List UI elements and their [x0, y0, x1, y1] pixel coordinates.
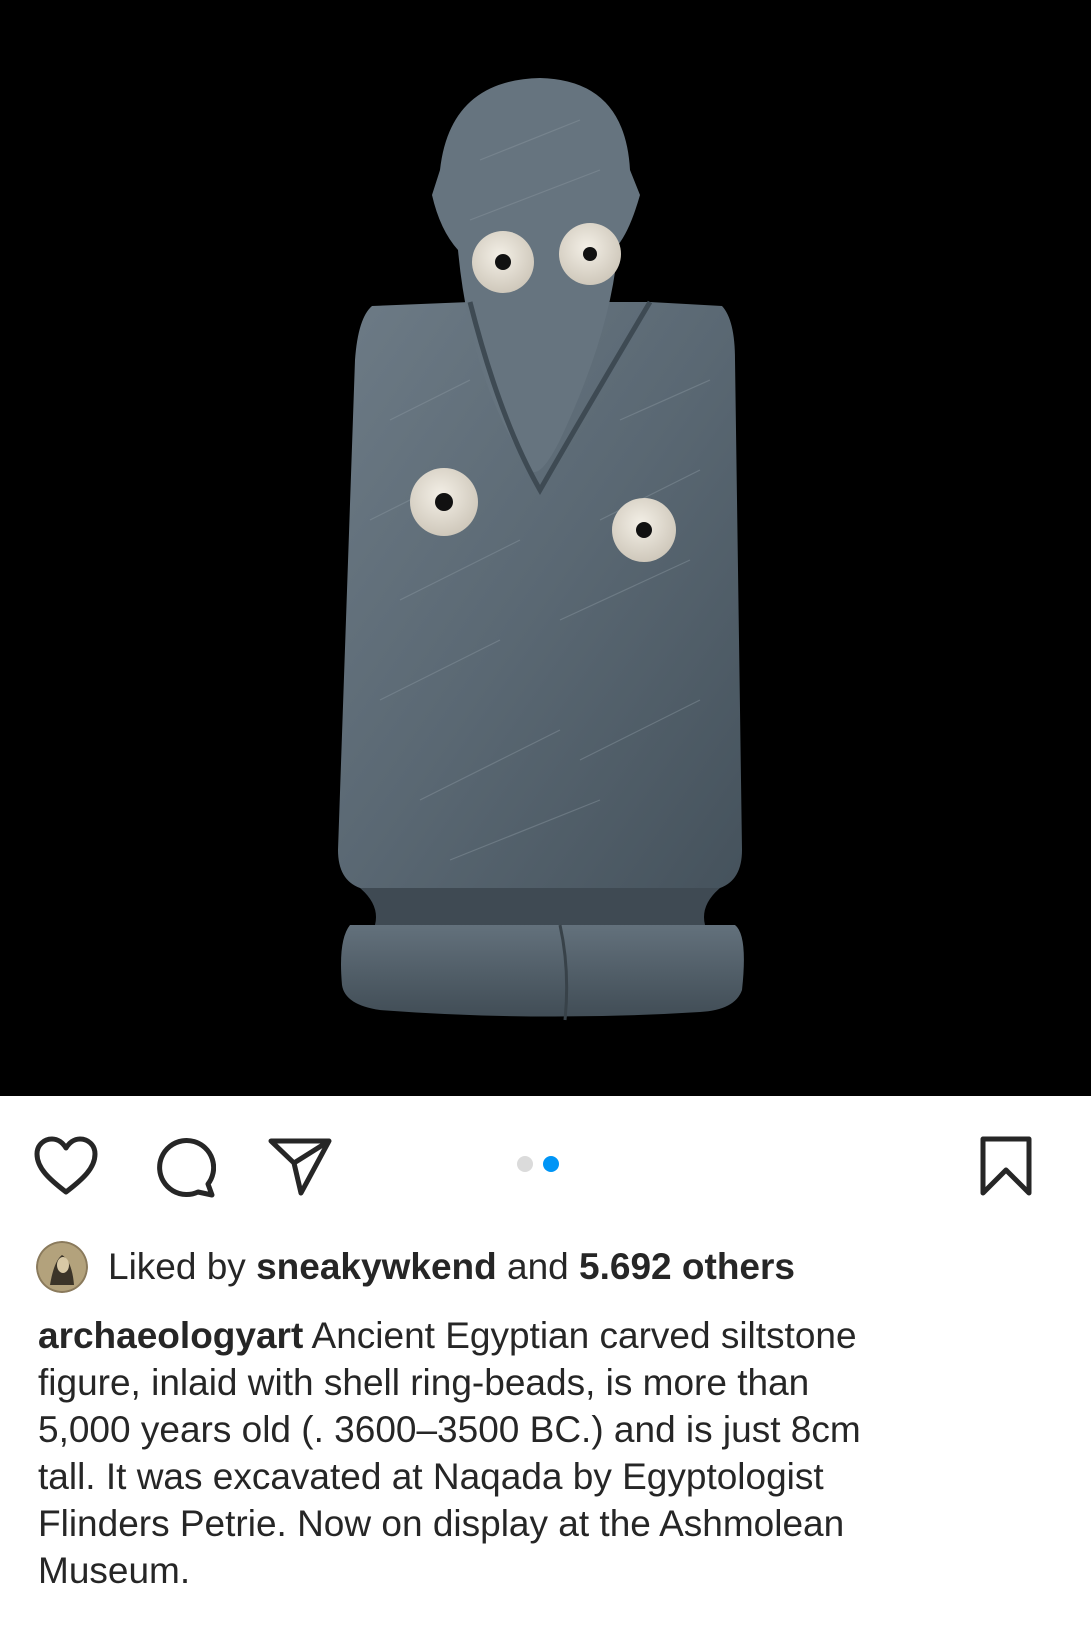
likes-connector: and	[507, 1246, 569, 1287]
head-bead-right	[559, 223, 621, 285]
caption-text: Ancient Egyptian carved siltstone figure…	[38, 1315, 861, 1591]
carousel-dot-1[interactable]	[517, 1156, 533, 1172]
likes-summary[interactable]: Liked by sneakywkend and 5.692 others	[36, 1240, 795, 1294]
heart-outline-icon	[34, 1136, 98, 1195]
comment-button[interactable]	[148, 1130, 220, 1202]
siltstone-figure-image	[0, 0, 1091, 1096]
post-image[interactable]	[0, 0, 1091, 1096]
action-bar	[0, 1096, 1091, 1236]
chest-bead-left	[410, 468, 478, 536]
post-caption: archaeologyart Ancient Egyptian carved s…	[38, 1312, 1048, 1594]
head-bead-left	[472, 231, 534, 293]
carousel-indicator	[517, 1154, 559, 1174]
share-button[interactable]	[264, 1130, 336, 1202]
bookmark-outline-icon	[980, 1136, 1032, 1196]
carousel-dot-2-active[interactable]	[543, 1156, 559, 1172]
avatar-image	[36, 1241, 88, 1293]
liker-username[interactable]: sneakywkend	[256, 1240, 497, 1294]
save-button[interactable]	[970, 1130, 1042, 1202]
likes-others-count[interactable]: 5.692 others	[579, 1240, 795, 1294]
speech-bubble-icon	[157, 1138, 216, 1198]
likes-prefix: Liked by	[108, 1246, 246, 1287]
liker-avatar[interactable]	[36, 1241, 88, 1293]
like-button[interactable]	[30, 1130, 102, 1202]
caption-username[interactable]: archaeologyart	[38, 1315, 303, 1356]
chest-bead-right	[612, 498, 676, 562]
paper-plane-icon	[268, 1138, 332, 1196]
